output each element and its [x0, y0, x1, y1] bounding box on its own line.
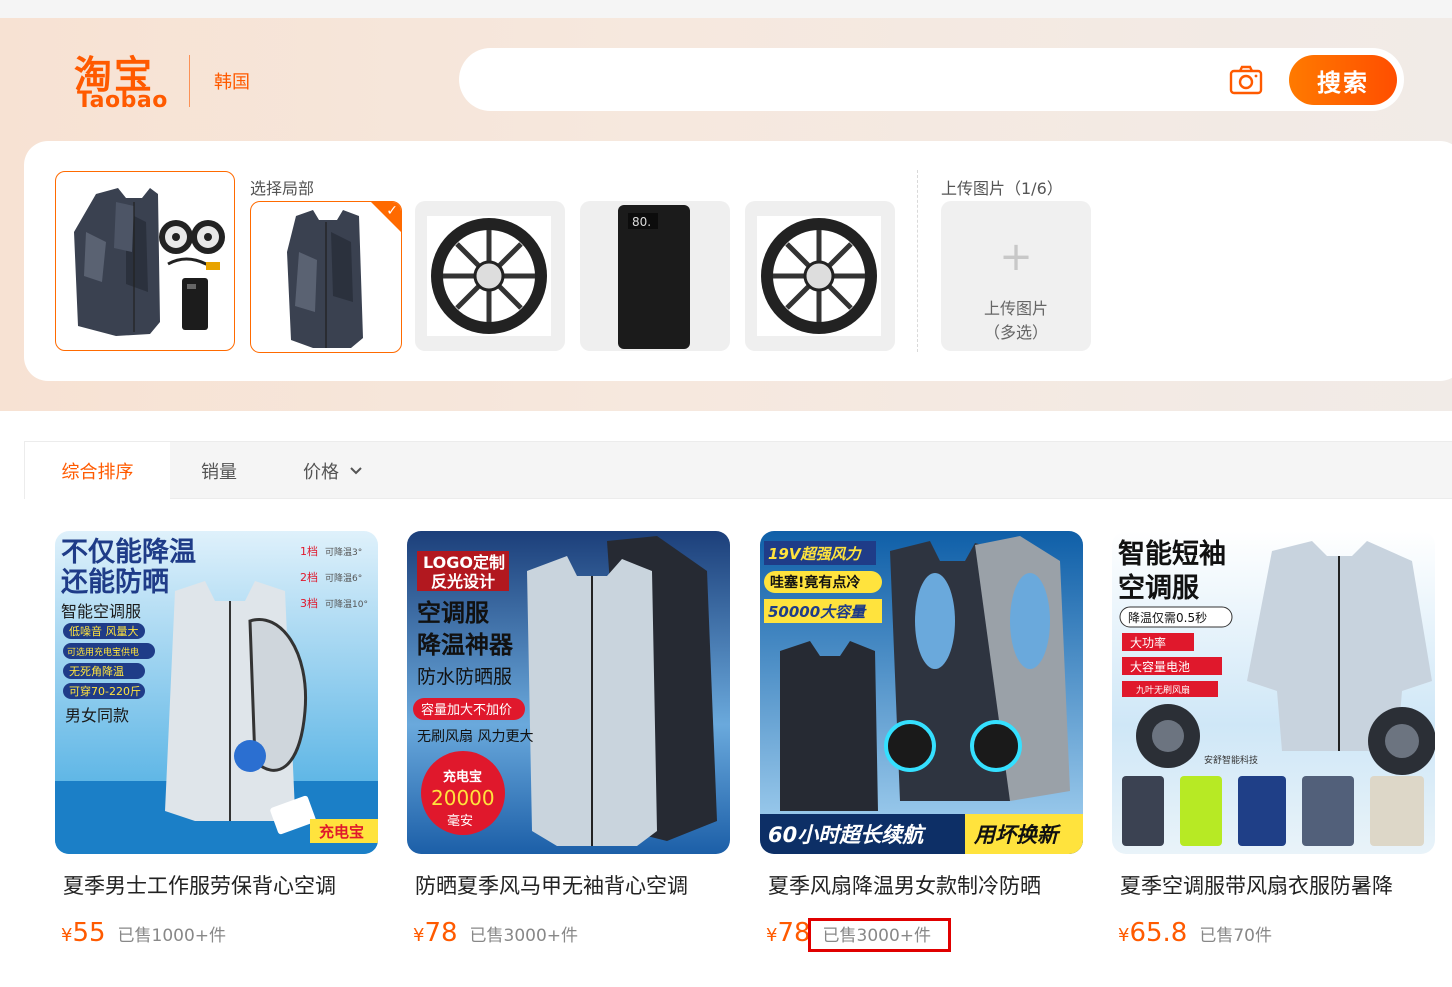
power-bank-image: 80.: [618, 205, 690, 349]
vest-set-image: [74, 188, 225, 336]
img-level-2: 2档: [300, 570, 318, 584]
img-subtitle-2: 无刷风扇 风力更大: [417, 729, 533, 745]
search-input[interactable]: [489, 60, 1233, 100]
sort-tab-default[interactable]: 综合排序: [25, 442, 170, 500]
product-card[interactable]: 不仅能降温 还能防晒 智能空调服 低噪音 风量大 可选用充电宝供电 无死角降温 …: [55, 531, 378, 948]
img-level-3-desc: 可降温10°: [325, 598, 368, 610]
upload-label-line2: （多选）: [983, 323, 1048, 342]
sold-count: 已售70件: [1199, 926, 1272, 946]
img-tag-1: 19V超强风力: [768, 545, 862, 563]
sort-tab-sales[interactable]: 销量: [201, 442, 237, 500]
upload-image-button[interactable]: + 上传图片 （多选）: [941, 201, 1091, 351]
price-row: ¥55 已售1000+件: [61, 918, 378, 948]
annotation-highlight-box: [808, 918, 951, 952]
upload-count-label: 上传图片（1/6）: [941, 179, 1063, 198]
product-title[interactable]: 夏季风扇降温男女款制冷防晒: [768, 870, 1080, 900]
img-headline-1: 空调服: [417, 599, 490, 627]
img-brand: 安舒智能科技: [1204, 754, 1258, 766]
logo-divider: [189, 55, 190, 107]
img-circle-line-1: 充电宝: [443, 769, 482, 785]
img-headline-2: 还能防晒: [61, 566, 169, 598]
product-price: ¥65.8: [1118, 918, 1188, 948]
img-circle-line-3: 毫安: [447, 813, 473, 829]
img-tag-2: 大容量电池: [1130, 659, 1190, 674]
product-image[interactable]: 不仅能降温 还能防晒 智能空调服 低噪音 风量大 可选用充电宝供电 无死角降温 …: [55, 531, 378, 854]
sort-tab-price-label: 价格: [303, 462, 339, 483]
product-price: ¥78: [766, 918, 811, 948]
check-icon: ✓: [386, 203, 398, 219]
search-button[interactable]: 搜索: [1289, 55, 1397, 105]
img-subtitle: 降温仅需0.5秒: [1128, 611, 1207, 625]
chevron-down-icon: [350, 467, 362, 475]
fan-image: [427, 216, 551, 336]
product-card[interactable]: 智能短袖 空调服 降温仅需0.5秒 大功率 大容量电池 九叶无刷风扇 安舒智能科…: [1112, 531, 1435, 948]
panel-divider: [917, 170, 918, 352]
product-4-image: 智能短袖 空调服 降温仅需0.5秒 大功率 大容量电池 九叶无刷风扇 安舒智能科…: [1112, 531, 1435, 854]
crop-thumb-vest[interactable]: ✓: [250, 201, 402, 353]
img-tag-4: 可穿70-220斤: [69, 684, 141, 698]
product-price: ¥78: [413, 918, 458, 948]
price-row: ¥78 已售3000+件: [413, 918, 730, 948]
img-subtitle: 防水防晒服: [417, 666, 512, 688]
img-headline-1: 不仅能降温: [61, 536, 196, 568]
region-label: 韩国: [214, 72, 250, 93]
select-area-label: 选择局部: [250, 179, 315, 198]
img-logo-line-1: LOGO定制: [423, 553, 505, 572]
price-row: ¥65.8 已售70件: [1118, 918, 1435, 948]
img-logo-line-2: 反光设计: [431, 572, 495, 591]
img-tag: 容量加大不加价: [421, 702, 512, 718]
product-2-image: LOGO定制 反光设计 空调服 降温神器 防水防晒服 容量加大不加价 无刷风扇 …: [407, 531, 730, 854]
search-bar: 搜索: [459, 48, 1404, 111]
img-tag-3: 九叶无刷风扇: [1136, 684, 1190, 696]
img-level-2-desc: 可降温6°: [325, 572, 362, 584]
sort-tab-price[interactable]: 价格: [303, 442, 363, 500]
img-tag-2: 可选用充电宝供电: [67, 646, 139, 658]
sold-count: 已售3000+件: [469, 926, 579, 946]
img-tag-2: 哇塞!竟有点冷: [770, 574, 860, 591]
product-image[interactable]: 智能短袖 空调服 降温仅需0.5秒 大功率 大容量电池 九叶无刷风扇 安舒智能科…: [1112, 531, 1435, 854]
img-level-1-desc: 可降温3°: [325, 546, 362, 558]
img-corner-badge: 充电宝: [319, 823, 364, 841]
sort-bar: 综合排序 销量 价格: [24, 441, 1452, 500]
product-card[interactable]: LOGO定制 反光设计 空调服 降温神器 防水防晒服 容量加大不加价 无刷风扇 …: [407, 531, 730, 948]
crop-thumb-fan-1[interactable]: [415, 201, 565, 351]
img-headline-2: 降温神器: [417, 631, 514, 659]
product-title[interactable]: 夏季空调服带风扇衣服防暑降: [1120, 870, 1432, 900]
img-tag-3: 无死角降温: [69, 664, 124, 678]
img-level-3: 3档: [300, 596, 318, 610]
img-subtitle: 智能空调服: [61, 602, 141, 621]
product-3-image: 19V超强风力 哇塞!竟有点冷 50000大容量 60小时超长续航 用坏换新: [760, 531, 1083, 854]
img-banner-left: 60小时超长续航: [768, 823, 926, 847]
sold-count: 已售1000+件: [117, 926, 227, 946]
camera-icon[interactable]: [1229, 65, 1263, 95]
logo-english[interactable]: Taobao: [77, 88, 168, 113]
image-search-panel: [24, 141, 1452, 381]
crop-thumb-fan-2[interactable]: [745, 201, 895, 351]
product-image[interactable]: 19V超强风力 哇塞!竟有点冷 50000大容量 60小时超长续航 用坏换新: [760, 531, 1083, 854]
upload-label-line1: 上传图片: [983, 299, 1048, 318]
svg-text:80.: 80.: [632, 215, 651, 229]
img-tag-1: 低噪音 风量大: [69, 624, 139, 638]
top-strip: [0, 0, 1452, 18]
img-banner-right: 用坏换新: [973, 823, 1062, 847]
img-tag-1: 大功率: [1130, 635, 1166, 650]
img-circle-line-2: 20000: [431, 786, 495, 810]
product-title[interactable]: 夏季男士工作服劳保背心空调: [63, 870, 375, 900]
img-headline-1: 智能短袖: [1118, 538, 1226, 570]
product-price: ¥55: [61, 918, 106, 948]
img-subtitle-2: 男女同款: [65, 706, 129, 725]
product-title[interactable]: 防晒夏季风马甲无袖背心空调: [415, 870, 727, 900]
original-image-thumb[interactable]: [55, 171, 235, 351]
img-level-1: 1档: [300, 544, 318, 558]
product-1-image: 不仅能降温 还能防晒 智能空调服 低噪音 风量大 可选用充电宝供电 无死角降温 …: [55, 531, 378, 854]
product-card[interactable]: 19V超强风力 哇塞!竟有点冷 50000大容量 60小时超长续航 用坏换新 夏…: [760, 531, 1083, 948]
plus-icon: +: [999, 234, 1033, 280]
fan-image: [757, 216, 881, 336]
product-image[interactable]: LOGO定制 反光设计 空调服 降温神器 防水防晒服 容量加大不加价 无刷风扇 …: [407, 531, 730, 854]
img-headline-2: 空调服: [1118, 572, 1200, 604]
crop-thumb-power-bank[interactable]: 80.: [580, 201, 730, 351]
img-tag-3: 50000大容量: [768, 603, 867, 621]
